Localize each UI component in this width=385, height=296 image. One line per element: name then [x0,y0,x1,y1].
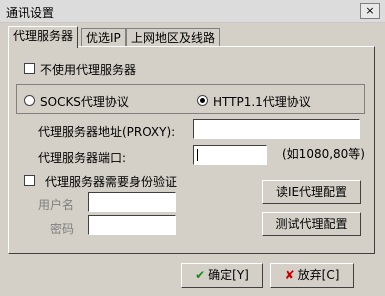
tab-label: 优选IP [86,31,121,45]
tab-label: 代理服务器 [13,29,74,43]
close-icon: × [365,4,375,17]
proxy-port-input[interactable] [193,145,267,165]
cancel-label: 放弃[C] [297,268,340,282]
read-ie-config-button[interactable]: 读IE代理配置 [262,180,361,204]
read-ie-config-label: 读IE代理配置 [275,185,348,199]
password-input[interactable] [88,215,176,235]
no-proxy-label: 不使用代理服务器 [40,63,137,77]
proxy-address-label: 代理服务器地址(PROXY): [38,125,176,139]
tab-proxy-server[interactable]: 代理服务器 [8,26,79,48]
close-button[interactable]: × [360,3,380,19]
window-title: 通讯设置 [6,6,55,20]
auth-checkbox[interactable] [24,175,35,186]
proxy-port-label: 代理服务器端口: [38,151,127,165]
ok-button[interactable]: ✔ 确定[Y] [181,263,263,288]
proxy-address-input[interactable] [193,119,360,139]
test-proxy-button[interactable]: 测试代理配置 [262,212,361,236]
tab-preferred-ip[interactable]: 优选IP [81,28,126,47]
checkmark-icon: ✔ [195,268,206,282]
http-radio[interactable] [197,95,208,106]
no-proxy-checkbox[interactable] [24,63,35,74]
cross-icon: ✘ [284,268,295,282]
auth-label: 代理服务器需要身份验证 [45,175,178,189]
port-hint: (如1080,80等) [282,147,365,161]
username-input[interactable] [88,192,176,212]
socks-radio[interactable] [24,95,35,106]
text-caret [197,149,198,161]
title-bar: 通讯设置 × [0,0,385,23]
tab-label: 上网地区及线路 [131,31,216,45]
test-proxy-label: 测试代理配置 [275,217,348,231]
ok-label: 确定[Y] [208,268,249,282]
radio-selected-dot [200,98,205,103]
http-label: HTTP1.1代理协议 [213,95,311,109]
username-label: 用户名 [38,198,75,212]
tab-region-route[interactable]: 上网地区及线路 [126,28,221,47]
cancel-button[interactable]: ✘ 放弃[C] [270,263,354,288]
password-label: 密码 [50,222,75,236]
socks-label: SOCKS代理协议 [40,95,129,109]
